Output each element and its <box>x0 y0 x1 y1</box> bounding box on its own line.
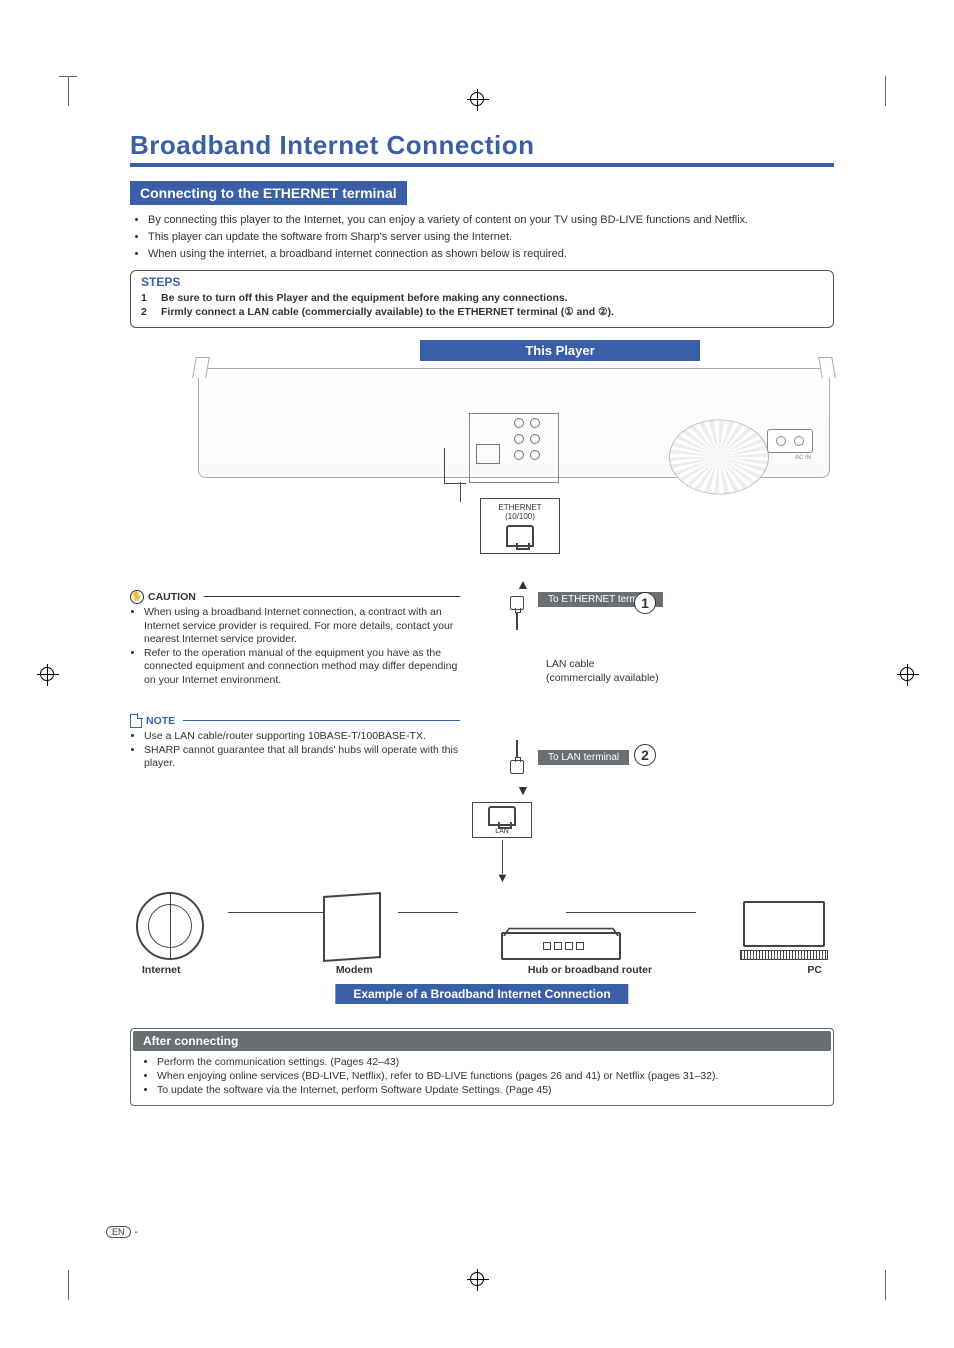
lan-plug-top-icon <box>505 596 529 630</box>
after-item: When enjoying online services (BD-LIVE, … <box>157 1069 819 1083</box>
step-row: 1 Be sure to turn off this Player and th… <box>141 291 823 305</box>
intro-item: By connecting this player to the Interne… <box>148 213 834 228</box>
modem-label: Modem <box>336 964 373 976</box>
ethernet-port-icon <box>506 525 534 547</box>
step-circle-1: 1 <box>634 592 656 614</box>
heading-rule <box>183 720 460 721</box>
after-item: To update the software via the Internet,… <box>157 1083 819 1097</box>
note-block: NOTE Use a LAN cable/router supporting 1… <box>130 714 460 771</box>
this-player-label: This Player <box>420 340 700 361</box>
crop-mark <box>68 76 98 106</box>
lan-port-label: LAN <box>477 828 527 835</box>
arrow-up-icon: ▲ <box>516 576 530 592</box>
crop-mark <box>68 1270 98 1300</box>
note-list: Use a LAN cable/router supporting 10BASE… <box>130 730 460 771</box>
footer-dash: - <box>135 1227 138 1238</box>
ethernet-callout-label1: ETHERNET <box>487 503 553 512</box>
page-footer: EN - <box>106 1226 138 1238</box>
note-title: NOTE <box>146 715 175 727</box>
note-icon <box>130 714 142 728</box>
section-heading: Connecting to the ETHERNET terminal <box>130 181 407 205</box>
ethernet-port-tiny <box>476 444 500 464</box>
page-sheet: Broadband Internet Connection Connecting… <box>0 0 954 1348</box>
lang-badge: EN <box>106 1226 131 1238</box>
step-number: 1 <box>141 291 151 305</box>
registration-mark-icon <box>470 1272 484 1286</box>
caution-item: When using a broadband Internet connecti… <box>144 606 460 647</box>
page-title: Broadband Internet Connection <box>130 130 834 161</box>
lan-cable-note: LAN cable (commercially available) <box>546 658 659 685</box>
note-item: Use a LAN cable/router supporting 10BASE… <box>144 730 460 744</box>
fan-vent-icon <box>669 419 769 494</box>
caution-list: When using a broadband Internet connecti… <box>130 606 460 688</box>
crop-mark <box>856 1270 886 1300</box>
router-icon <box>501 932 621 960</box>
registration-mark-icon <box>900 667 914 681</box>
callout-line <box>460 482 461 502</box>
lan-cable-subtext: (commercially available) <box>546 672 659 686</box>
caution-heading: ✋ CAUTION <box>130 590 460 604</box>
internet-label: Internet <box>142 964 181 976</box>
rear-port-block <box>469 413 559 483</box>
ac-label: AC IN <box>795 455 811 461</box>
pc-label: PC <box>807 964 822 976</box>
router-node <box>501 932 621 960</box>
internet-node <box>136 892 204 960</box>
network-labels: Internet Modem Hub or broadband router P… <box>130 964 834 976</box>
crop-mark <box>856 76 886 106</box>
step-circle-2: 2 <box>634 744 656 766</box>
modem-node <box>323 894 381 960</box>
note-heading: NOTE <box>130 714 460 728</box>
lan-port-icon <box>488 806 516 826</box>
steps-title: STEPS <box>141 275 823 289</box>
globe-icon <box>136 892 204 960</box>
note-item: SHARP cannot guarantee that all brands' … <box>144 744 460 771</box>
router-label: Hub or broadband router <box>528 964 652 976</box>
example-label: Example of a Broadband Internet Connecti… <box>335 984 628 1004</box>
after-item: Perform the communication settings. (Pag… <box>157 1055 819 1069</box>
caution-item: Refer to the operation manual of the equ… <box>144 647 460 688</box>
registration-mark-icon <box>40 667 54 681</box>
step-text: Be sure to turn off this Player and the … <box>161 291 568 305</box>
ethernet-callout: ETHERNET (10/100) <box>480 498 560 554</box>
to-lan-label: To LAN terminal <box>538 750 629 765</box>
caution-icon: ✋ <box>130 590 144 604</box>
ethernet-callout-label2: (10/100) <box>487 512 553 521</box>
after-list: Perform the communication settings. (Pag… <box>131 1055 833 1100</box>
heading-rule <box>204 596 460 597</box>
intro-item: This player can update the software from… <box>148 230 834 245</box>
ac-inlet-icon <box>767 429 813 453</box>
router-lan-port: LAN <box>472 802 532 838</box>
step-text: Firmly connect a LAN cable (commercially… <box>161 305 614 319</box>
after-heading: After connecting <box>133 1031 831 1051</box>
steps-list: 1 Be sure to turn off this Player and th… <box>141 291 823 319</box>
callout-line <box>444 448 466 484</box>
after-connecting-box: After connecting Perform the communicati… <box>130 1028 834 1107</box>
caution-block: ✋ CAUTION When using a broadband Interne… <box>130 590 460 688</box>
connection-diagram: This Player AC IN ETHERNET (10/100) ▲ <box>130 340 834 1020</box>
intro-list: By connecting this player to the Interne… <box>130 213 834 262</box>
player-rear-panel: AC IN <box>198 368 830 478</box>
lan-plug-bottom-icon <box>505 740 529 774</box>
arrow-down-icon: ▼ <box>516 782 530 798</box>
content-area: Broadband Internet Connection Connecting… <box>130 130 834 1106</box>
caution-title: CAUTION <box>148 591 196 603</box>
network-row <box>130 878 834 960</box>
lan-cable-text: LAN cable <box>546 658 659 672</box>
registration-mark-icon <box>470 92 484 106</box>
pc-icon <box>740 901 828 960</box>
step-row: 2 Firmly connect a LAN cable (commercial… <box>141 305 823 319</box>
title-rule <box>130 163 834 167</box>
modem-icon <box>323 892 381 962</box>
pc-node <box>740 901 828 960</box>
connector-line <box>502 840 503 874</box>
steps-box: STEPS 1 Be sure to turn off this Player … <box>130 270 834 328</box>
step-number: 2 <box>141 305 151 319</box>
intro-item: When using the internet, a broadband int… <box>148 247 834 262</box>
